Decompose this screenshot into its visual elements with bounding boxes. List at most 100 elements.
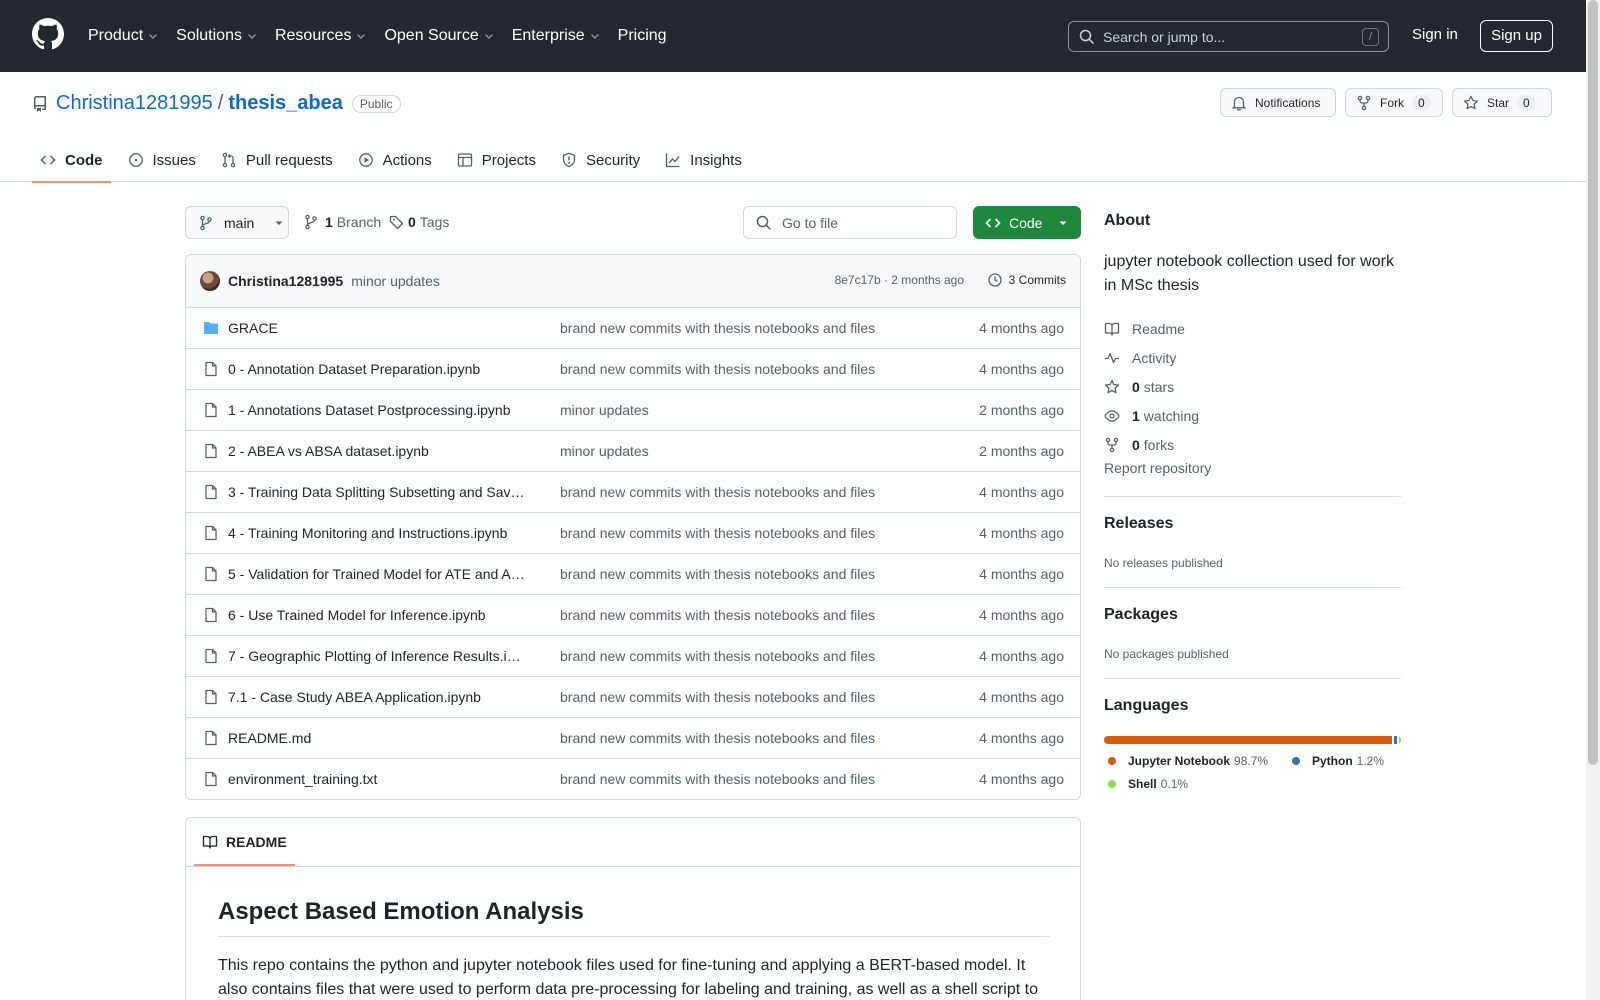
- chevron-down-icon: [149, 34, 158, 39]
- file-commit-message-link[interactable]: brand new commits with thesis notebooks …: [560, 771, 875, 787]
- chevron-down-icon: [247, 34, 256, 39]
- file-name-link[interactable]: environment_training.txt: [228, 771, 528, 787]
- divider: [1104, 678, 1401, 679]
- file-row[interactable]: 4 - Training Monitoring and Instructions…: [186, 513, 1080, 554]
- star-button[interactable]: Star 0: [1452, 88, 1552, 117]
- repo-name-link[interactable]: thesis_abea: [228, 92, 343, 115]
- file-name-link[interactable]: 4 - Training Monitoring and Instructions…: [228, 525, 528, 541]
- fork-icon: [1357, 95, 1371, 110]
- file-commit-message-link[interactable]: brand new commits with thesis notebooks …: [560, 525, 875, 541]
- language-bar-segment: [1393, 736, 1397, 744]
- packages-heading[interactable]: Packages: [1104, 606, 1178, 624]
- tab-security[interactable]: Security: [553, 138, 648, 182]
- file-row[interactable]: 5 - Validation for Trained Model for ATE…: [186, 554, 1080, 595]
- file-commit-message-link[interactable]: brand new commits with thesis notebooks …: [560, 566, 875, 582]
- topnav-solutions[interactable]: Solutions: [176, 27, 258, 45]
- file-name-link[interactable]: 0 - Annotation Dataset Preparation.ipynb: [228, 361, 528, 377]
- table-icon: [457, 153, 472, 167]
- code-dropdown-button[interactable]: Code: [973, 206, 1081, 239]
- github-logo-icon[interactable]: [32, 18, 64, 50]
- packages-empty-text: No packages published: [1104, 647, 1229, 661]
- file-commit-message-link[interactable]: brand new commits with thesis notebooks …: [560, 361, 875, 377]
- file-commit-message-link[interactable]: brand new commits with thesis notebooks …: [560, 484, 875, 500]
- scrollbar-thumb[interactable]: [1588, 0, 1598, 765]
- tab-code[interactable]: Code: [32, 138, 111, 183]
- fork-label: Fork: [1380, 95, 1404, 110]
- file-commit-message-link[interactable]: brand new commits with thesis notebooks …: [560, 607, 875, 623]
- about-readme-link[interactable]: Readme: [1104, 314, 1199, 343]
- about-forks-link[interactable]: 0 forks: [1104, 430, 1199, 459]
- file-commit-age: 4 months ago: [979, 730, 1064, 746]
- search-input[interactable]: Search or jump to... /: [1068, 21, 1389, 52]
- file-commit-message-link[interactable]: brand new commits with thesis notebooks …: [560, 320, 875, 336]
- file-row[interactable]: 7.1 - Case Study ABEA Application.ipynb b…: [186, 677, 1080, 718]
- tab-actions[interactable]: Actions: [350, 138, 440, 182]
- language-legend-item[interactable]: Shell 0.1%: [1108, 777, 1188, 791]
- file-commit-message-link[interactable]: minor updates: [560, 402, 649, 418]
- file-name-link[interactable]: 3 - Training Data Splitting Subsetting a…: [228, 484, 528, 500]
- tab-issues[interactable]: Issues: [120, 138, 204, 182]
- file-name-link[interactable]: README.md: [228, 730, 528, 746]
- topnav-open-source[interactable]: Open Source: [384, 27, 494, 45]
- repo-owner-link[interactable]: Christina1281995: [56, 92, 213, 115]
- file-row[interactable]: 2 - ABEA vs ABSA dataset.ipynb minor upda…: [186, 431, 1080, 472]
- sign-in-link[interactable]: Sign in: [1412, 26, 1458, 43]
- commits-history-link[interactable]: 3 Commits: [987, 272, 1066, 288]
- topnav-resources[interactable]: Resources: [275, 27, 367, 45]
- file-name-link[interactable]: 5 - Validation for Trained Model for ATE…: [228, 566, 528, 582]
- file-row[interactable]: 3 - Training Data Splitting Subsetting a…: [186, 472, 1080, 513]
- file-icon: [205, 402, 217, 418]
- sign-up-button[interactable]: Sign up: [1480, 20, 1553, 52]
- about-label: watching: [1143, 407, 1200, 424]
- file-name-link[interactable]: 7 - Geographic Plotting of Inference Res…: [228, 648, 528, 664]
- branch-selector[interactable]: main: [185, 206, 289, 239]
- language-legend-item[interactable]: Python 1.2%: [1292, 754, 1384, 768]
- file-row[interactable]: GRACE brand new commits with thesis noteb…: [186, 308, 1080, 349]
- file-row[interactable]: 7 - Geographic Plotting of Inference Res…: [186, 636, 1080, 677]
- readme-tab-label: README: [226, 834, 287, 850]
- visibility-badge: Public: [351, 94, 401, 113]
- tab-insights[interactable]: Insights: [657, 138, 750, 182]
- topnav-enterprise[interactable]: Enterprise: [512, 27, 601, 45]
- fork-button[interactable]: Fork 0: [1345, 88, 1443, 117]
- topnav-pricing[interactable]: Pricing: [618, 27, 667, 45]
- tab-projects[interactable]: Projects: [449, 138, 544, 182]
- file-name-link[interactable]: 2 - ABEA vs ABSA dataset.ipynb: [228, 443, 528, 459]
- report-repository-link[interactable]: Report repository: [1104, 460, 1211, 476]
- go-to-file-input[interactable]: Go to file: [743, 206, 957, 239]
- file-commit-message-link[interactable]: brand new commits with thesis notebooks …: [560, 730, 875, 746]
- about-watching-link[interactable]: 1 watching: [1104, 401, 1199, 430]
- commit-sha-time[interactable]: 8e7c17b · 2 months ago: [835, 273, 964, 287]
- file-name-link[interactable]: 6 - Use Trained Model for Inference.ipyn…: [228, 607, 528, 623]
- bell-icon: [1231, 96, 1247, 111]
- file-commit-message-link[interactable]: minor updates: [560, 443, 649, 459]
- commit-message-link[interactable]: minor updates: [351, 273, 440, 289]
- branches-link[interactable]: 1 Branch: [303, 214, 381, 230]
- file-commit-message-link[interactable]: brand new commits with thesis notebooks …: [560, 689, 875, 705]
- topnav-label: Enterprise: [511, 27, 585, 44]
- readme-tab[interactable]: README: [194, 818, 295, 866]
- topnav-label: Solutions: [176, 27, 242, 44]
- about-stars-link[interactable]: 0 stars: [1104, 372, 1199, 401]
- file-row[interactable]: environment_training.txt brand new commit…: [186, 759, 1080, 799]
- file-commit-age: 4 months ago: [979, 689, 1064, 705]
- tab-pull-requests[interactable]: Pull requests: [213, 138, 341, 182]
- about-activity-link[interactable]: Activity: [1104, 343, 1199, 372]
- file-row[interactable]: 1 - Annotations Dataset Postprocessing.i…: [186, 390, 1080, 431]
- file-name-link[interactable]: 7.1 - Case Study ABEA Application.ipynb: [228, 689, 528, 705]
- commit-author-link[interactable]: Christina1281995: [228, 273, 343, 289]
- file-name-link[interactable]: 1 - Annotations Dataset Postprocessing.i…: [228, 402, 528, 418]
- avatar[interactable]: [200, 271, 220, 291]
- file-name-link[interactable]: GRACE: [228, 320, 528, 336]
- file-row[interactable]: 0 - Annotation Dataset Preparation.ipynb…: [186, 349, 1080, 390]
- language-legend-item[interactable]: Jupyter Notebook 98.7%: [1108, 754, 1268, 768]
- topnav-product[interactable]: Product: [88, 27, 159, 45]
- top-nav: Product Solutions Resources Open Source Ente…: [88, 0, 684, 72]
- notifications-button[interactable]: Notifications: [1220, 88, 1336, 117]
- releases-heading[interactable]: Releases: [1104, 515, 1173, 533]
- tags-link[interactable]: 0 Tags: [389, 214, 449, 230]
- file-row[interactable]: README.md brand new commits with thesis n…: [186, 718, 1080, 759]
- branch-count: 1: [325, 214, 333, 230]
- file-row[interactable]: 6 - Use Trained Model for Inference.ipyn…: [186, 595, 1080, 636]
- file-commit-message-link[interactable]: brand new commits with thesis notebooks …: [560, 648, 875, 664]
